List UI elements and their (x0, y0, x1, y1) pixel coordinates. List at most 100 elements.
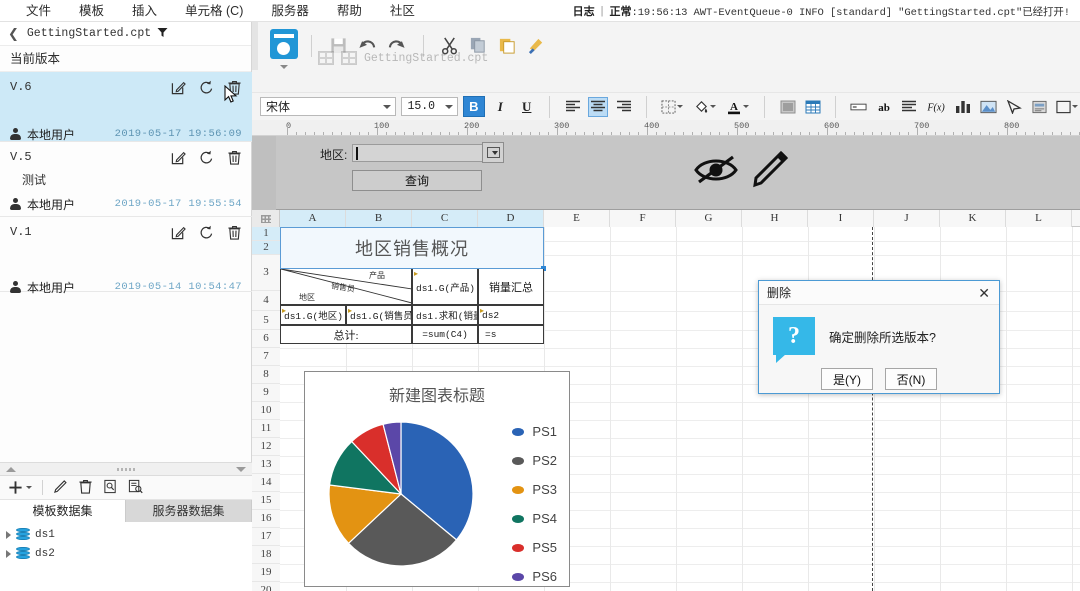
row-header-20[interactable]: 20 (252, 582, 280, 591)
delete-confirm-dialog[interactable]: 删除 ✕ ? 确定删除所选版本? 是(Y) 否(N) (758, 280, 1000, 394)
menu-item-insert[interactable]: 插入 (118, 0, 171, 22)
fill-color-icon[interactable] (691, 97, 718, 117)
yes-button[interactable]: 是(Y) (821, 368, 873, 390)
version-item-v6[interactable]: V.6 本地用户 2019-05-17 19:56:09 (0, 72, 252, 142)
widget-icon[interactable] (1055, 97, 1080, 117)
row-header-11[interactable]: 11 (252, 420, 280, 438)
row-header-1[interactable]: 1 (252, 227, 280, 241)
cell-c5[interactable]: =sum(C4) (412, 325, 478, 344)
cell-a3-diagonal-header[interactable]: 产品 销售员 地区 (280, 269, 412, 305)
back-chevron-icon[interactable]: ❮ (8, 26, 19, 42)
sheet-tab-icon[interactable] (341, 51, 357, 65)
chevron-down-icon[interactable] (383, 104, 392, 109)
cell-b4[interactable]: ▸ ds1.G(销售员) (346, 305, 412, 325)
insert-table-icon[interactable] (803, 97, 823, 117)
parameter-input-region[interactable] (352, 144, 482, 162)
row-header-19[interactable]: 19 (252, 564, 280, 582)
row-header-13[interactable]: 13 (252, 456, 280, 474)
document-tab-label[interactable]: GettingStarted.cpt (364, 52, 488, 65)
preview-icon[interactable] (103, 479, 118, 497)
restore-icon[interactable] (199, 225, 214, 240)
version-item-v5[interactable]: V.5 测试 本地用户 2019-05-17 19:55:54 (0, 142, 252, 217)
align-right-icon[interactable] (613, 97, 633, 117)
menu-item-server[interactable]: 服务器 (257, 0, 323, 22)
eye-slash-icon[interactable] (692, 152, 740, 186)
delete-icon[interactable] (78, 479, 93, 497)
column-header-d[interactable]: D (478, 210, 544, 227)
chevron-down-icon[interactable] (26, 486, 32, 489)
edit-icon[interactable] (171, 225, 186, 240)
chevron-down-icon[interactable] (677, 105, 684, 108)
column-header-c[interactable]: C (412, 210, 478, 227)
row-header-9[interactable]: 9 (252, 384, 280, 402)
image-icon[interactable] (978, 97, 998, 117)
delete-icon[interactable] (227, 150, 242, 165)
column-header-i[interactable]: I (808, 210, 874, 227)
column-header-l[interactable]: L (1006, 210, 1072, 227)
formula-fx-icon[interactable]: F(x) (925, 97, 948, 117)
status-log-label[interactable]: 日志 (573, 3, 595, 19)
label-ab-icon[interactable]: ab (874, 97, 894, 117)
cell-d3[interactable]: 销量汇总 (478, 269, 544, 305)
dataset-node-ds2[interactable]: ds2 (0, 544, 252, 563)
collapse-down-icon[interactable] (236, 466, 246, 472)
column-header-k[interactable]: K (940, 210, 1006, 227)
tab-server-dataset[interactable]: 服务器数据集 (126, 500, 252, 522)
row-header-15[interactable]: 15 (252, 492, 280, 510)
menu-item-community[interactable]: 社区 (376, 0, 429, 22)
row-header-17[interactable]: 17 (252, 528, 280, 546)
edit-icon[interactable] (171, 150, 186, 165)
bold-button[interactable]: B (463, 96, 485, 117)
close-icon[interactable]: ✕ (975, 286, 993, 300)
collapse-up-icon[interactable] (6, 466, 16, 472)
row-header-16[interactable]: 16 (252, 510, 280, 528)
row-header-12[interactable]: 12 (252, 438, 280, 456)
expand-arrow-icon[interactable] (6, 530, 11, 539)
merge-cells-icon[interactable] (777, 97, 797, 117)
column-header-h[interactable]: H (742, 210, 808, 227)
chevron-down-icon[interactable] (1072, 105, 1079, 108)
splitter-grip[interactable] (117, 467, 135, 471)
textbox-icon[interactable] (848, 97, 868, 117)
edit-icon[interactable] (171, 80, 186, 95)
italic-button[interactable]: I (490, 96, 511, 117)
menu-item-file[interactable]: 文件 (12, 0, 65, 22)
chevron-down-icon[interactable] (709, 105, 716, 108)
restore-icon[interactable] (199, 150, 214, 165)
add-icon[interactable] (8, 480, 32, 495)
menu-item-template[interactable]: 模板 (65, 0, 118, 22)
cell-a4[interactable]: ▸ ds1.G(地区) (280, 305, 346, 325)
row-header-6[interactable]: 6 (252, 330, 280, 348)
font-family-select[interactable]: 宋体 (260, 97, 397, 116)
column-header-g[interactable]: G (676, 210, 742, 227)
menu-item-help[interactable]: 帮助 (323, 0, 376, 22)
column-header-b[interactable]: B (346, 210, 412, 227)
column-header-f[interactable]: F (610, 210, 676, 227)
spreadsheet[interactable]: A B C D E F G H I J K L 1 2 3 4 5 6 7 8 9 10 11 12 1… (252, 210, 1080, 591)
menu-item-cell[interactable]: 单元格 (C) (171, 0, 257, 22)
select-all-corner[interactable] (252, 210, 280, 227)
chevron-down-icon[interactable] (743, 105, 750, 108)
expand-arrow-icon[interactable] (6, 549, 11, 558)
dataset-node-ds1[interactable]: ds1 (0, 525, 252, 544)
pie-chart[interactable]: 新建图表标题 PS1 PS2 PS3 PS4 PS5 PS6 (304, 371, 570, 587)
dataset-splitter[interactable] (0, 462, 252, 476)
align-center-icon[interactable] (587, 96, 609, 117)
column-header-j[interactable]: J (874, 210, 940, 227)
paragraph-icon[interactable] (899, 97, 919, 117)
fine-report-logo-icon[interactable] (264, 25, 304, 69)
font-size-select[interactable]: 15.0 (401, 97, 459, 116)
cell-c4[interactable]: ds1.求和(销量) (412, 305, 478, 325)
search-dataset-icon[interactable] (128, 479, 143, 497)
combo-dropdown-icon[interactable] (482, 142, 504, 163)
row-header-8[interactable]: 8 (252, 366, 280, 384)
delete-icon[interactable] (227, 225, 242, 240)
cell-d5[interactable]: =s (478, 325, 544, 344)
align-left-icon[interactable] (562, 97, 582, 117)
chart-icon[interactable] (953, 97, 973, 117)
row-header-5[interactable]: 5 (252, 311, 280, 330)
row-header-18[interactable]: 18 (252, 546, 280, 564)
cell-a5[interactable]: 总计: (280, 325, 412, 344)
row-header-3[interactable]: 3 (252, 255, 280, 291)
tab-template-dataset[interactable]: 模板数据集 (0, 500, 126, 522)
